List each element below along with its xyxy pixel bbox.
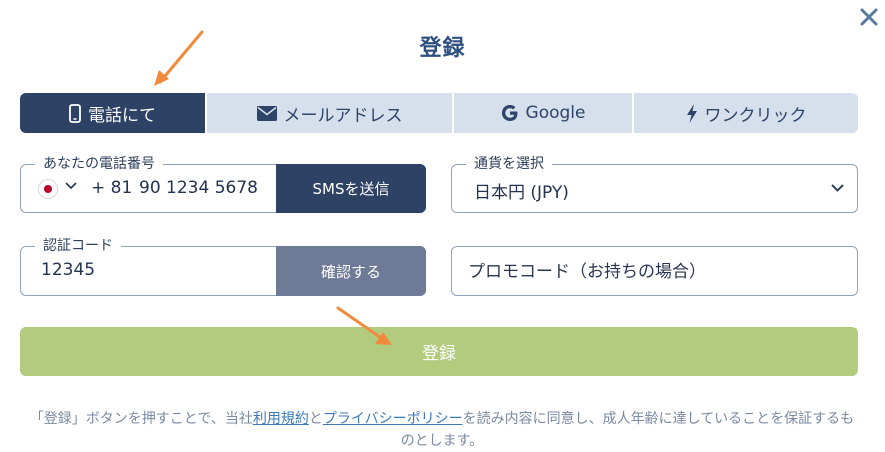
chevron-down-icon[interactable] <box>65 182 77 190</box>
tab-email[interactable]: メールアドレス <box>207 93 454 133</box>
promo-code-input[interactable] <box>466 256 840 288</box>
confirm-code-button[interactable]: 確認する <box>276 246 426 296</box>
registration-method-tabs: 電話にて メールアドレス Google ワンクリック <box>20 93 858 133</box>
send-sms-button[interactable]: SMSを送信 <box>276 164 426 213</box>
phone-number-input[interactable]: 90 1234 5678 <box>139 178 258 198</box>
close-button[interactable] <box>858 6 880 28</box>
promo-code-field[interactable] <box>451 246 858 296</box>
tab-one-click-label: ワンクリック <box>704 105 807 126</box>
tab-google[interactable]: Google <box>454 93 634 133</box>
close-icon <box>860 8 878 26</box>
verification-code-label: 認証コード <box>35 237 121 255</box>
privacy-policy-link[interactable]: プライバシーポリシー <box>323 411 463 427</box>
phone-number-field[interactable]: あなたの電話番号 + 81 90 1234 5678 SMSを送信 <box>20 155 426 213</box>
lightning-icon <box>686 103 697 123</box>
tab-phone-label: 電話にて <box>88 105 156 126</box>
tab-one-click[interactable]: ワンクリック <box>634 93 858 133</box>
terms-suffix: を読み内容に同意し、成人年齢に達していることを保証するものとします。 <box>400 411 855 449</box>
tab-google-label: Google <box>525 103 586 123</box>
envelope-icon <box>256 105 277 121</box>
currency-field-label: 通貨を選択 <box>466 155 552 173</box>
chevron-down-icon <box>831 184 844 192</box>
japan-flag-icon[interactable] <box>39 180 57 198</box>
currency-select[interactable]: 通貨を選択 日本円 (JPY) <box>451 155 858 213</box>
terms-of-use-link[interactable]: 利用規約 <box>253 411 309 427</box>
verification-code-field[interactable]: 認証コード 12345 確認する <box>20 237 426 296</box>
terms-middle: と <box>308 411 323 427</box>
phone-icon <box>69 103 81 123</box>
google-icon <box>501 105 518 121</box>
tab-phone[interactable]: 電話にて <box>20 93 207 133</box>
phone-field-label: あなたの電話番号 <box>35 155 163 173</box>
modal-title: 登録 <box>419 36 466 61</box>
registration-modal: 登録 電話にて メールアドレス Google ワンクリック あなたの電話番号 +… <box>0 0 885 452</box>
verification-code-input[interactable]: 12345 <box>41 260 95 280</box>
terms-prefix: 「登録」ボタンを押すことで、当社 <box>29 411 253 427</box>
register-button[interactable]: 登録 <box>20 327 858 376</box>
terms-notice: 「登録」ボタンを押すことで、当社利用規約とプライバシーポリシーを読み内容に同意し… <box>24 408 860 452</box>
currency-selected-value: 日本円 (JPY) <box>474 183 569 203</box>
tab-email-label: メールアドレス <box>283 105 403 126</box>
